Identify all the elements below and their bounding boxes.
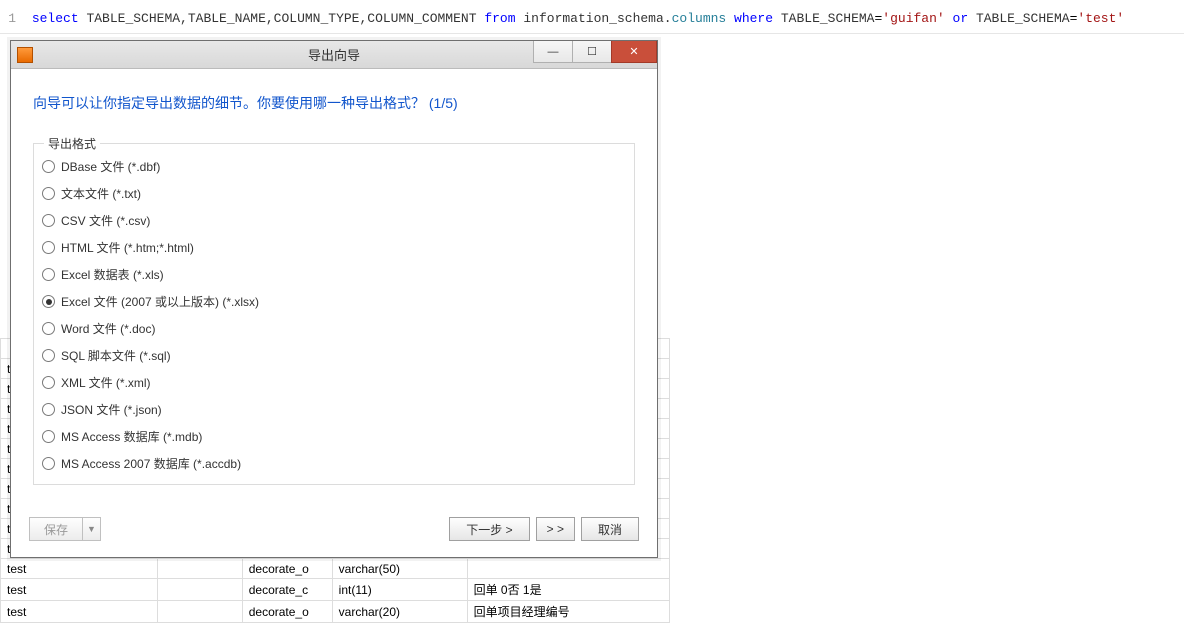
table-cell[interactable] (158, 601, 242, 623)
radio-icon[interactable] (42, 376, 55, 389)
table-row[interactable]: test decorate_ovarchar(20)回单项目经理编号 (1, 601, 670, 623)
format-option[interactable]: 文本文件 (*.txt) (42, 185, 626, 202)
table-row[interactable]: test decorate_cint(11)回单 0否 1是 (1, 579, 670, 601)
cancel-button[interactable]: 取消 (581, 517, 639, 541)
sql-keyword-select: select (32, 11, 79, 26)
table-cell[interactable]: test (1, 601, 158, 623)
table-cell[interactable]: test (1, 579, 158, 601)
app-icon (17, 47, 33, 63)
table-cell[interactable] (158, 579, 242, 601)
radio-icon[interactable] (42, 457, 55, 470)
radio-icon[interactable] (42, 160, 55, 173)
radio-icon[interactable] (42, 268, 55, 281)
format-option-label: MS Access 数据库 (*.mdb) (61, 428, 202, 445)
format-option-label: Excel 文件 (2007 或以上版本) (*.xlsx) (61, 293, 259, 310)
table-cell[interactable] (467, 559, 669, 579)
format-option-label: Excel 数据表 (*.xls) (61, 266, 164, 283)
maximize-button[interactable]: ☐ (572, 41, 612, 63)
format-option-label: HTML 文件 (*.htm;*.html) (61, 239, 194, 256)
radio-icon[interactable] (42, 430, 55, 443)
window-controls: — ☐ ✕ (534, 41, 657, 63)
format-option[interactable]: HTML 文件 (*.htm;*.html) (42, 239, 626, 256)
format-option[interactable]: SQL 脚本文件 (*.sql) (42, 347, 626, 364)
window-title: 导出向导 (308, 45, 360, 64)
minimize-button[interactable]: — (533, 41, 573, 63)
save-button[interactable]: 保存 (29, 517, 83, 541)
table-cell[interactable]: test (1, 559, 158, 579)
format-option-label: Word 文件 (*.doc) (61, 320, 155, 337)
format-option[interactable]: Excel 文件 (2007 或以上版本) (*.xlsx) (42, 293, 626, 310)
wizard-heading: 向导可以让你指定导出数据的细节。你要使用哪一种导出格式？ (1/5) (11, 69, 657, 121)
format-option-label: MS Access 2007 数据库 (*.accdb) (61, 455, 241, 472)
radio-icon[interactable] (42, 187, 55, 200)
format-option-label: CSV 文件 (*.csv) (61, 212, 150, 229)
format-option-label: XML 文件 (*.xml) (61, 374, 151, 391)
format-option[interactable]: XML 文件 (*.xml) (42, 374, 626, 391)
table-cell[interactable] (158, 559, 242, 579)
table-cell[interactable]: decorate_o (242, 601, 332, 623)
format-option[interactable]: Excel 数据表 (*.xls) (42, 266, 626, 283)
format-option[interactable]: DBase 文件 (*.dbf) (42, 158, 626, 175)
sql-keyword-where: where (734, 11, 773, 26)
close-button[interactable]: ✕ (611, 41, 657, 63)
radio-icon[interactable] (42, 403, 55, 416)
table-cell[interactable]: decorate_o (242, 559, 332, 579)
format-option[interactable]: CSV 文件 (*.csv) (42, 212, 626, 229)
radio-icon[interactable] (42, 214, 55, 227)
format-option-label: SQL 脚本文件 (*.sql) (61, 347, 171, 364)
sql-editor[interactable]: 1 select TABLE_SCHEMA,TABLE_NAME,COLUMN_… (0, 0, 1184, 34)
table-cell[interactable]: 回单项目经理编号 (467, 601, 669, 623)
export-format-group: 导出格式 DBase 文件 (*.dbf)文本文件 (*.txt)CSV 文件 … (33, 143, 635, 485)
save-dropdown-icon[interactable]: ▼ (83, 517, 101, 541)
table-cell[interactable]: varchar(50) (332, 559, 467, 579)
save-split-button[interactable]: 保存 ▼ (29, 517, 101, 541)
radio-icon[interactable] (42, 349, 55, 362)
format-option[interactable]: JSON 文件 (*.json) (42, 401, 626, 418)
table-cell[interactable]: varchar(20) (332, 601, 467, 623)
sql-columns: TABLE_SCHEMA,TABLE_NAME,COLUMN_TYPE,COLU… (86, 11, 476, 26)
format-option[interactable]: MS Access 2007 数据库 (*.accdb) (42, 455, 626, 472)
table-row[interactable]: test decorate_ovarchar(50) (1, 559, 670, 579)
format-option-label: 文本文件 (*.txt) (61, 185, 141, 202)
export-wizard-dialog: 导出向导 — ☐ ✕ 向导可以让你指定导出数据的细节。你要使用哪一种导出格式？ … (10, 40, 658, 558)
sql-table: columns (672, 11, 727, 26)
format-option-label: JSON 文件 (*.json) (61, 401, 162, 418)
radio-icon[interactable] (42, 241, 55, 254)
format-option-label: DBase 文件 (*.dbf) (61, 158, 160, 175)
table-cell[interactable]: decorate_c (242, 579, 332, 601)
fast-forward-button[interactable]: > > (536, 517, 575, 541)
sql-schema: information_schema (523, 11, 663, 26)
next-button[interactable]: 下一步 > (449, 517, 529, 541)
sql-keyword-or: or (953, 11, 969, 26)
titlebar[interactable]: 导出向导 — ☐ ✕ (11, 41, 657, 69)
group-legend: 导出格式 (44, 135, 100, 152)
sql-keyword-from: from (484, 11, 515, 26)
table-cell[interactable]: 回单 0否 1是 (467, 579, 669, 601)
radio-icon[interactable] (42, 322, 55, 335)
format-radio-list: DBase 文件 (*.dbf) 文本文件 (*.txt) CSV 文件 (*.cs… (42, 158, 626, 472)
table-cell[interactable]: int(11) (332, 579, 467, 601)
format-option[interactable]: Word 文件 (*.doc) (42, 320, 626, 337)
line-number: 1 (0, 11, 16, 26)
dialog-footer: 保存 ▼ 下一步 > > > 取消 (29, 517, 639, 541)
format-option[interactable]: MS Access 数据库 (*.mdb) (42, 428, 626, 445)
radio-icon[interactable] (42, 295, 55, 308)
